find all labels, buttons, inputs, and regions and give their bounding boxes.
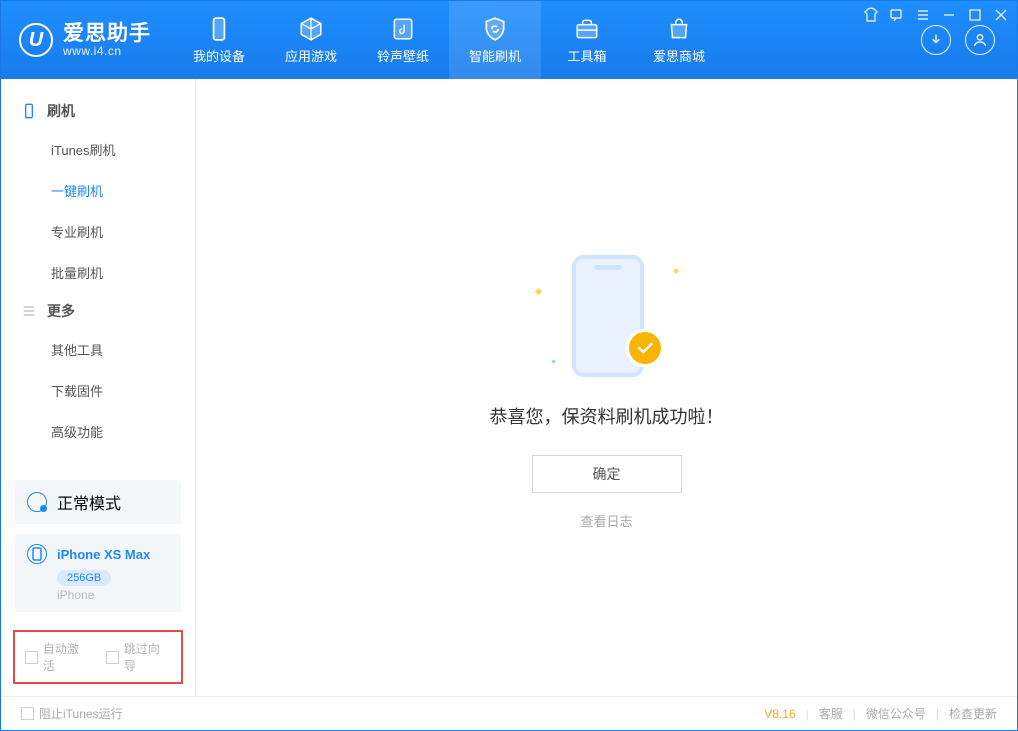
- footer-link-service[interactable]: 客服: [819, 705, 843, 722]
- device-storage: 256GB: [57, 570, 111, 586]
- sidebar-group-label: 刷机: [47, 101, 75, 121]
- device-type: iPhone: [57, 588, 169, 602]
- menu-icon[interactable]: [915, 7, 931, 23]
- footer-link-wechat[interactable]: 微信公众号: [866, 705, 926, 722]
- sidebar-item-download-firmware[interactable]: 下载固件: [1, 370, 195, 411]
- sidebar-item-itunes-flash[interactable]: iTunes刷机: [1, 129, 195, 170]
- nav-ringtones-wallpapers[interactable]: 铃声壁纸: [357, 1, 449, 79]
- mode-status-icon: [27, 492, 47, 512]
- separator: |: [853, 707, 856, 721]
- opt-block-itunes[interactable]: 阻止iTunes运行: [21, 705, 123, 722]
- window-controls: [863, 7, 1009, 23]
- nav-my-device[interactable]: 我的设备: [173, 1, 265, 79]
- version-label: V8.16: [764, 707, 795, 721]
- user-icon: [972, 32, 988, 48]
- nav-label: 我的设备: [193, 46, 245, 65]
- separator: |: [936, 707, 939, 721]
- checkbox-icon: [21, 707, 34, 720]
- nav-label: 工具箱: [567, 46, 606, 65]
- nav-toolbox[interactable]: 工具箱: [541, 1, 633, 79]
- nav-store[interactable]: 爱思商城: [633, 1, 725, 79]
- nav-label: 应用游戏: [285, 46, 337, 65]
- download-button[interactable]: [921, 25, 951, 55]
- bag-icon: [666, 16, 692, 42]
- success-check-icon: [626, 329, 664, 367]
- app-header: U 爱思助手 www.i4.cn 我的设备 应用游戏 铃声壁纸 智能刷机: [1, 1, 1017, 79]
- top-nav: 我的设备 应用游戏 铃声壁纸 智能刷机 工具箱 爱思商城: [173, 1, 725, 79]
- success-message: 恭喜您，保资料刷机成功啦！: [490, 403, 724, 429]
- phone-outline-icon: [21, 103, 37, 119]
- nav-label: 智能刷机: [469, 46, 521, 65]
- sidebar-group-label: 更多: [47, 301, 75, 321]
- opt-auto-activate[interactable]: 自动激活: [25, 640, 90, 674]
- feedback-icon[interactable]: [889, 7, 905, 23]
- nav-label: 铃声壁纸: [377, 46, 429, 65]
- app-window: U 爱思助手 www.i4.cn 我的设备 应用游戏 铃声壁纸 智能刷机: [0, 0, 1018, 731]
- main-content: 恭喜您，保资料刷机成功啦！ 确定 查看日志: [196, 79, 1017, 696]
- close-icon[interactable]: [993, 7, 1009, 23]
- brand-logo-icon: U: [19, 23, 53, 57]
- device-name: iPhone XS Max: [57, 547, 150, 562]
- opt-label: 跳过向导: [124, 640, 171, 674]
- music-file-icon: [390, 16, 416, 42]
- view-log-link[interactable]: 查看日志: [580, 511, 632, 530]
- nav-label: 爱思商城: [653, 46, 705, 65]
- ok-button[interactable]: 确定: [532, 455, 682, 493]
- minimize-icon[interactable]: [941, 7, 957, 23]
- brand-area[interactable]: U 爱思助手 www.i4.cn: [1, 1, 173, 79]
- device-icon: [206, 16, 232, 42]
- maximize-icon[interactable]: [967, 7, 983, 23]
- sidebar-group-more: 更多: [1, 293, 195, 329]
- sidebar-item-advanced[interactable]: 高级功能: [1, 411, 195, 452]
- skin-icon[interactable]: [863, 7, 879, 23]
- device-card[interactable]: iPhone XS Max 256GB iPhone: [15, 534, 181, 612]
- shield-sync-icon: [482, 16, 508, 42]
- list-icon: [21, 303, 37, 319]
- sparkle-icon: [551, 359, 555, 363]
- account-button[interactable]: [965, 25, 995, 55]
- checkbox-icon: [106, 651, 119, 664]
- success-illustration: [522, 245, 692, 385]
- sparkle-icon: [673, 268, 679, 274]
- brand-name: 爱思助手: [63, 22, 151, 45]
- opt-label: 阻止iTunes运行: [39, 705, 123, 722]
- mode-card[interactable]: 正常模式: [15, 480, 181, 524]
- checkbox-icon: [25, 651, 38, 664]
- sidebar-group-flash: 刷机: [1, 93, 195, 129]
- download-icon: [928, 32, 944, 48]
- toolbox-icon: [574, 16, 600, 42]
- nav-apps-games[interactable]: 应用游戏: [265, 1, 357, 79]
- status-bar: 阻止iTunes运行 V8.16 | 客服 | 微信公众号 | 检查更新: [1, 696, 1017, 730]
- mode-label: 正常模式: [57, 490, 121, 514]
- opt-skip-guide[interactable]: 跳过向导: [106, 640, 171, 674]
- sidebar: 刷机 iTunes刷机 一键刷机 专业刷机 批量刷机 更多 其他工具 下载固件 …: [1, 79, 196, 696]
- separator: |: [806, 707, 809, 721]
- phone-badge-icon: [27, 544, 47, 564]
- sparkle-icon: [534, 288, 541, 295]
- opt-label: 自动激活: [43, 640, 90, 674]
- sidebar-item-pro-flash[interactable]: 专业刷机: [1, 211, 195, 252]
- flash-options-highlighted: 自动激活 跳过向导: [13, 630, 183, 684]
- sidebar-item-batch-flash[interactable]: 批量刷机: [1, 252, 195, 293]
- sidebar-item-oneclick-flash[interactable]: 一键刷机: [1, 170, 195, 211]
- cube-icon: [298, 16, 324, 42]
- brand-url: www.i4.cn: [63, 45, 151, 58]
- nav-smart-flash[interactable]: 智能刷机: [449, 1, 541, 79]
- sidebar-item-other-tools[interactable]: 其他工具: [1, 329, 195, 370]
- footer-link-update[interactable]: 检查更新: [949, 705, 997, 722]
- device-panel: 正常模式 iPhone XS Max 256GB iPhone: [15, 480, 181, 612]
- app-body: 刷机 iTunes刷机 一键刷机 专业刷机 批量刷机 更多 其他工具 下载固件 …: [1, 79, 1017, 696]
